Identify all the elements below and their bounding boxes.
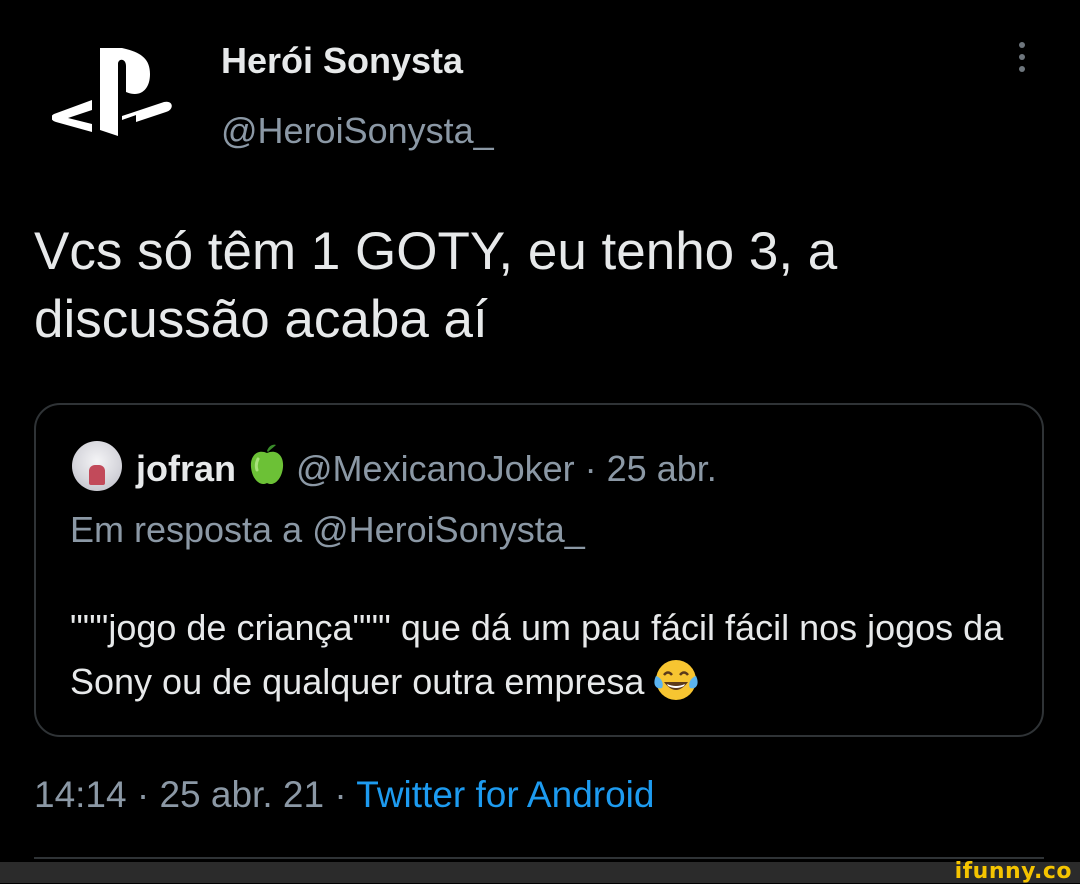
quoted-author-meta: @MexicanoJoker · 25 abr. <box>296 448 717 489</box>
watermark-bar <box>0 862 1080 883</box>
more-options-icon[interactable] <box>1010 42 1034 82</box>
green-apple-icon <box>248 443 286 487</box>
ifunny-watermark: ifunny.co <box>954 859 1072 884</box>
quoted-tweet-card[interactable]: jofran @MexicanoJoker · 25 abr. Em respo… <box>34 403 1044 737</box>
reply-to-text: Em resposta a @HeroiSonysta_ <box>70 509 585 550</box>
playstation-logo-icon <box>51 48 172 136</box>
playstation-logo-avatar[interactable] <box>51 44 172 138</box>
tweet-timestamp[interactable]: 14:14 · 25 abr. 21 · <box>34 774 356 815</box>
quoted-tweet-header: jofran @MexicanoJoker · 25 abr. <box>136 443 717 490</box>
quoted-tweet-body: """jogo de criança""" que dá um pau fáci… <box>70 607 1004 702</box>
tears-of-joy-emoji-icon <box>654 658 699 702</box>
quoted-tweet-text: """jogo de criança""" que dá um pau fáci… <box>70 601 1010 709</box>
author-handle[interactable]: @HeroiSonysta_ <box>221 110 494 152</box>
divider <box>34 857 1044 859</box>
author-display-name[interactable]: Herói Sonysta <box>221 40 463 82</box>
tweet-text: Vcs só têm 1 GOTY, eu tenho 3, a discuss… <box>34 222 838 349</box>
tweet-footer: 14:14 · 25 abr. 21 · Twitter for Android <box>34 774 654 816</box>
quoted-author-name[interactable]: jofran <box>136 448 236 489</box>
tweet-client-link[interactable]: Twitter for Android <box>356 774 654 815</box>
quoted-author-avatar[interactable] <box>72 441 122 491</box>
